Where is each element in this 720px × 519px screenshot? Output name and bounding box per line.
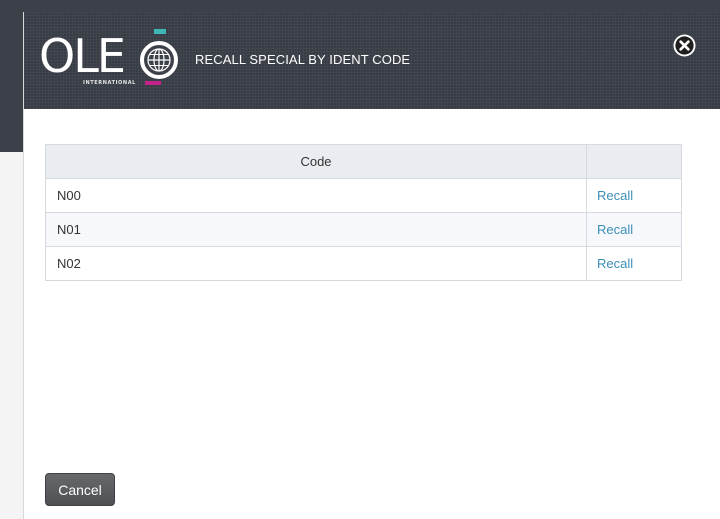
recall-dialog: OLE INTERNATIONAL RECALL SPECIAL BY IDEN… [23,12,720,519]
codes-table-container: Code N00 Recall N01 Recall N02 Recall [45,144,682,281]
dialog-header: OLE INTERNATIONAL RECALL SPECIAL BY IDEN… [24,12,720,109]
logo-pink-bar [145,81,161,85]
action-cell: Recall [586,178,682,213]
code-cell: N01 [45,212,587,247]
recall-link[interactable]: Recall [597,222,633,237]
column-header-code: Code [45,144,587,179]
action-cell: Recall [586,212,682,247]
code-cell: N02 [45,246,587,281]
logo-subtext: INTERNATIONAL [83,80,136,86]
table-row: N02 Recall [45,246,682,281]
codes-table: Code N00 Recall N01 Recall N02 Recall [45,144,682,281]
close-icon[interactable] [673,34,696,57]
dialog-title: RECALL SPECIAL BY IDENT CODE [195,52,411,67]
column-header-action [586,144,682,179]
recall-link[interactable]: Recall [597,188,633,203]
globe-icon [140,41,178,79]
cancel-button[interactable]: Cancel [45,473,115,506]
code-cell: N00 [45,178,587,213]
table-row: N00 Recall [45,178,682,213]
logo-text: OLE [39,29,126,83]
logo-teal-dash [154,29,166,34]
table-header-row: Code [45,144,682,179]
table-row: N01 Recall [45,212,682,247]
action-cell: Recall [586,246,682,281]
recall-link[interactable]: Recall [597,256,633,271]
oleo-logo: OLE INTERNATIONAL [39,29,181,91]
